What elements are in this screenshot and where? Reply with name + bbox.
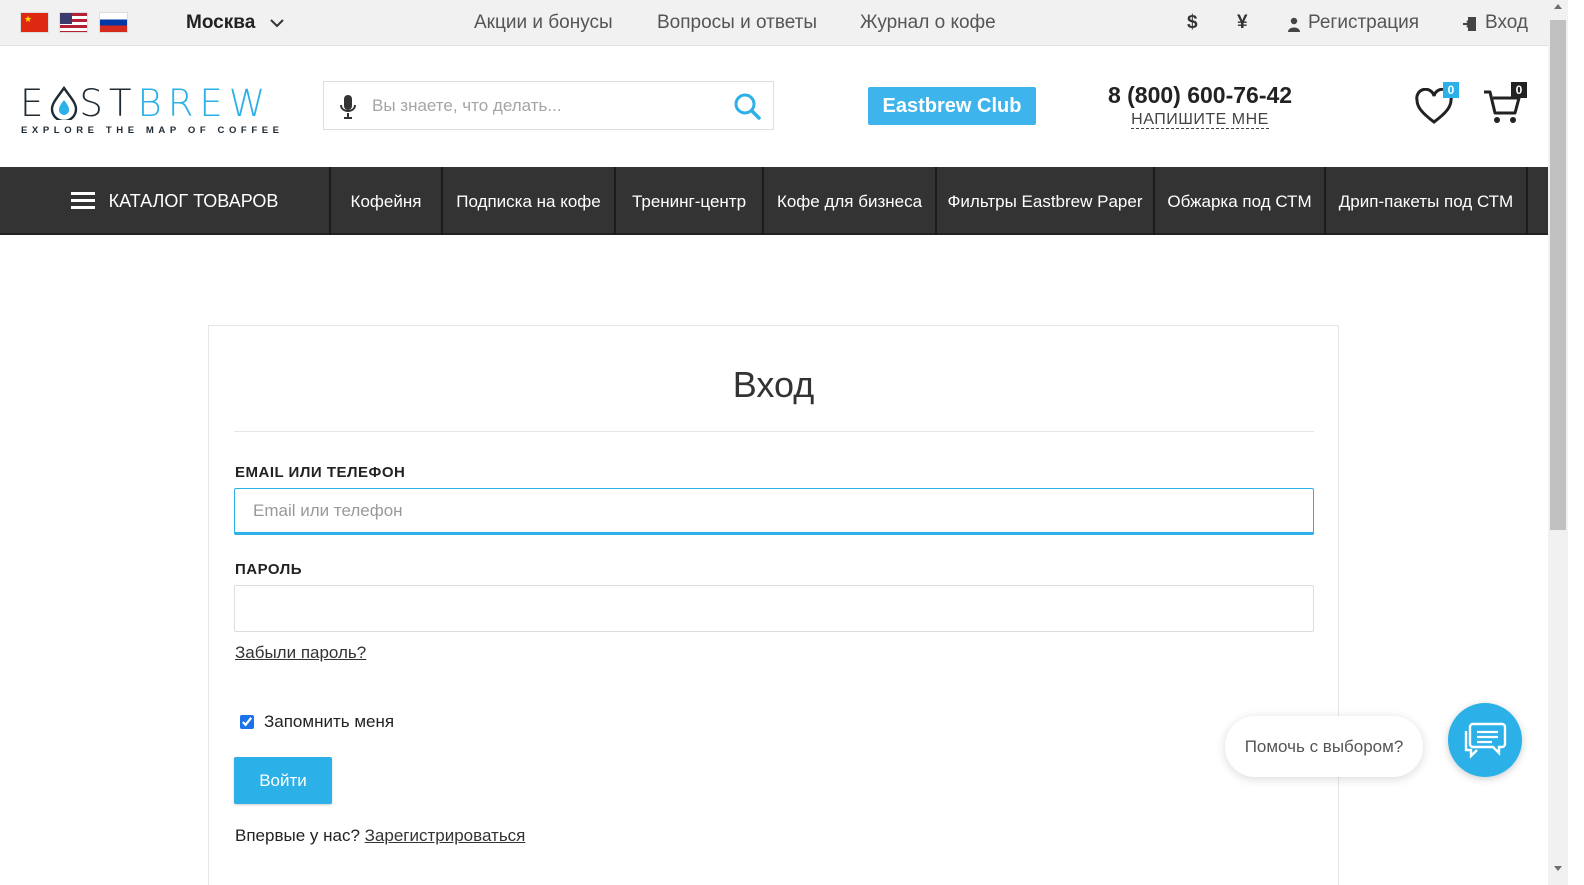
microphone-icon[interactable] xyxy=(338,94,358,120)
cart-count-badge: 0 xyxy=(1511,82,1527,98)
nav-item-subscription[interactable]: Подписка на кофе xyxy=(443,167,616,235)
china-flag-icon[interactable]: ★ xyxy=(20,12,49,33)
logo-drop-icon xyxy=(51,85,78,123)
password-label: ПАРОЛЬ xyxy=(235,561,303,578)
email-field-wrapper xyxy=(234,488,1314,535)
register-prompt: Впервые у нас? Зарегистрироваться xyxy=(235,826,525,846)
promo-link[interactable]: Акции и бонусы xyxy=(474,12,613,34)
hamburger-icon xyxy=(70,192,95,210)
remember-me[interactable]: Запомнить меня xyxy=(240,712,394,732)
nav-item-filters[interactable]: Фильтры Eastbrew Paper xyxy=(937,167,1155,235)
search-icon[interactable] xyxy=(733,92,761,120)
chat-prompt-bubble[interactable]: Помочь с выбором? xyxy=(1225,716,1423,777)
phone-number[interactable]: 8 (800) 600-76-42 xyxy=(1060,82,1340,109)
scrollbar-thumb[interactable] xyxy=(1550,20,1566,530)
nav-item-drip-bags[interactable]: Дрип-пакеты под СТМ xyxy=(1326,167,1528,235)
logo-tagline: EXPLORE THE MAP OF COFFEE xyxy=(21,125,284,136)
register-link[interactable]: Регистрация xyxy=(1308,12,1419,34)
logo-letters-st: ST xyxy=(79,82,138,125)
main-navigation: КАТАЛОГ ТОВАРОВ Кофейня Подписка на кофе… xyxy=(0,167,1548,235)
city-selector[interactable]: Москва xyxy=(186,12,255,34)
logo-letter-e: E xyxy=(20,82,50,125)
catalog-label: КАТАЛОГ ТОВАРОВ xyxy=(108,190,279,211)
eastbrew-club-button[interactable]: Eastbrew Club xyxy=(868,87,1036,125)
faq-link[interactable]: Вопросы и ответы xyxy=(657,12,817,34)
forgot-password-link[interactable]: Забыли пароль? xyxy=(235,643,366,663)
nav-item-private-label-roasting[interactable]: Обжарка под СТМ xyxy=(1155,167,1326,235)
divider xyxy=(234,431,1314,432)
login-door-icon xyxy=(1463,17,1476,31)
chat-button[interactable] xyxy=(1448,703,1522,777)
password-field[interactable] xyxy=(235,586,1313,631)
user-icon xyxy=(1288,17,1300,32)
register-link-bottom[interactable]: Зарегистрироваться xyxy=(365,826,526,845)
nav-item-business-coffee[interactable]: Кофе для бизнеса xyxy=(764,167,937,235)
eastbrew-logo[interactable]: E STBREW EXPLORE THE MAP OF COFFEE xyxy=(20,82,280,138)
remember-me-checkbox[interactable] xyxy=(240,715,254,729)
chevron-down-icon[interactable] xyxy=(268,14,286,32)
scroll-down-arrow-icon[interactable] xyxy=(1554,866,1562,871)
logo-brew: BREW xyxy=(137,82,272,125)
journal-link[interactable]: Журнал о кофе xyxy=(860,12,996,34)
favorites-count-badge: 0 xyxy=(1443,82,1459,98)
currency-usd[interactable]: $ xyxy=(1187,12,1198,34)
first-time-text: Впервые у нас? xyxy=(235,826,360,845)
email-field[interactable] xyxy=(235,489,1313,532)
nav-item-coffee-shop[interactable]: Кофейня xyxy=(331,167,443,235)
write-me-link[interactable]: НАПИШИТЕ МНЕ xyxy=(1060,111,1340,129)
search-box xyxy=(323,81,774,130)
chat-icon xyxy=(1464,722,1507,759)
login-card: Вход EMAIL ИЛИ ТЕЛЕФОН ПАРОЛЬ Забыли пар… xyxy=(208,325,1339,885)
login-submit-button[interactable]: Войти xyxy=(234,757,332,804)
catalog-menu-button[interactable]: КАТАЛОГ ТОВАРОВ xyxy=(20,167,331,235)
currency-cny[interactable]: ¥ xyxy=(1237,12,1248,34)
page-scrollbar[interactable] xyxy=(1548,0,1568,885)
nav-item-training-center[interactable]: Тренинг-центр xyxy=(616,167,764,235)
login-link[interactable]: Вход xyxy=(1485,12,1528,34)
write-me-label: НАПИШИТЕ МНЕ xyxy=(1131,111,1269,129)
usa-flag-icon[interactable] xyxy=(59,12,88,33)
password-field-wrapper xyxy=(234,585,1314,632)
email-label: EMAIL ИЛИ ТЕЛЕФОН xyxy=(235,464,406,481)
scroll-up-arrow-icon[interactable] xyxy=(1554,4,1562,9)
top-utility-bar: ★ Москва Акции и бонусы Вопросы и ответы… xyxy=(0,0,1548,46)
remember-me-label: Запомнить меня xyxy=(264,712,395,731)
russia-flag-icon[interactable] xyxy=(99,12,128,33)
search-input[interactable] xyxy=(372,92,712,120)
page-title: Вход xyxy=(732,364,815,405)
